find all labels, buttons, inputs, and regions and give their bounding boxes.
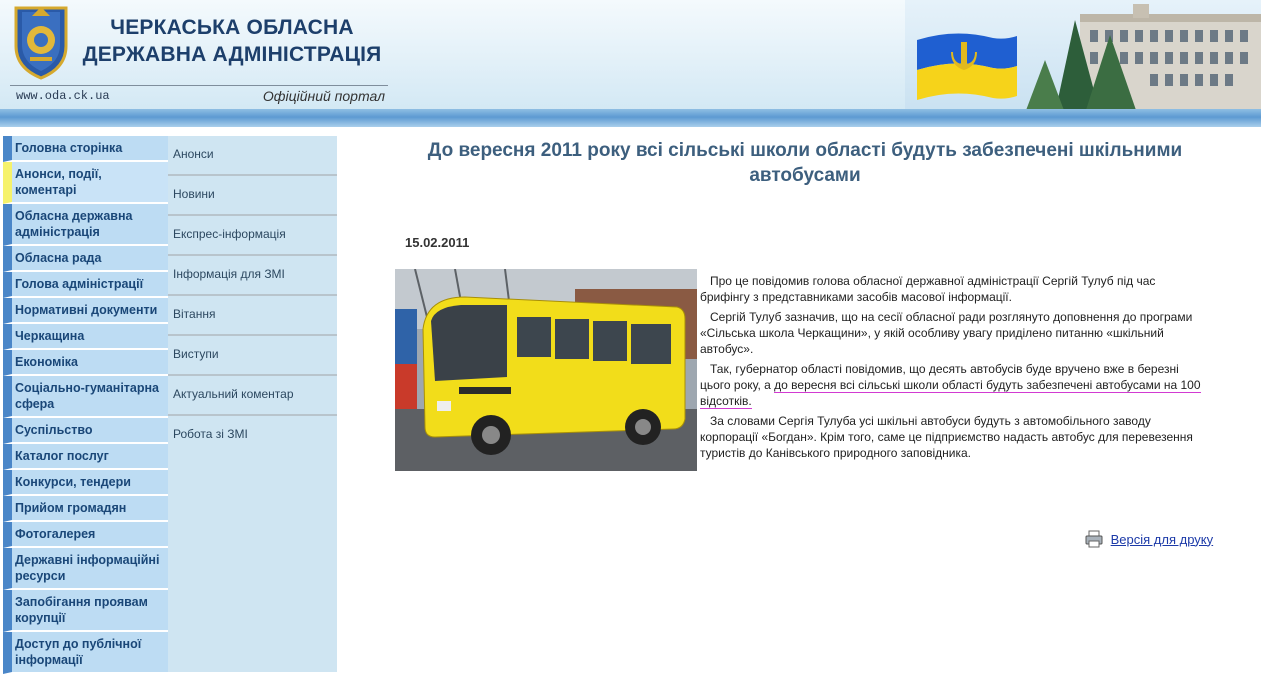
article-body: Про це повідомив голова обласної державн… [700,273,1205,465]
coat-of-arms-logo[interactable] [10,2,72,80]
nav-item-anti-corruption[interactable]: Запобігання проявам корупції [3,590,168,632]
sub-navigation: Анонси Новини Експрес-інформація Інформа… [168,136,337,672]
print-version: Версія для друку [1085,530,1213,548]
sub-item-news[interactable]: Новини [168,176,337,216]
sub-item-express-info[interactable]: Експрес-інформація [168,216,337,256]
print-version-link[interactable]: Версія для друку [1111,532,1214,547]
portal-label: Офіційний портал [262,88,385,104]
nav-item-society[interactable]: Суспільство [3,418,168,444]
nav-item-regional-council[interactable]: Обласна рада [3,246,168,272]
ukraine-flag-icon [917,33,1017,100]
article-date: 15.02.2011 [405,235,470,250]
nav-item-cherkasy-region[interactable]: Черкащина [3,324,168,350]
sub-item-media-work[interactable]: Робота зі ЗМІ [168,416,337,456]
header-stripe [0,109,1261,127]
highlighted-text[interactable]: до вересня всі сільські школи області бу… [700,378,1201,409]
nav-item-announcements[interactable]: Анонси, події, коментарі [3,162,168,204]
sub-item-announcements[interactable]: Анонси [168,136,337,176]
nav-item-regulatory-documents[interactable]: Нормативні документи [3,298,168,324]
org-title-line2: ДЕРЖАВНА АДМІНІСТРАЦІЯ [82,43,382,66]
sub-item-greetings[interactable]: Вітання [168,296,337,336]
org-title-line1: ЧЕРКАСЬКА ОБЛАСНА [110,16,354,39]
site-url: www.oda.ck.ua [16,89,110,103]
site-header: ЧЕРКАСЬКА ОБЛАСНА ДЕРЖАВНА АДМІНІСТРАЦІЯ… [0,0,1261,113]
header-divider [10,85,388,86]
nav-item-tenders[interactable]: Конкурси, тендери [3,470,168,496]
nav-item-regional-administration[interactable]: Обласна державна адміністрація [3,204,168,246]
sub-item-current-comment[interactable]: Актуальний коментар [168,376,337,416]
nav-item-head-of-administration[interactable]: Голова адміністрації [3,272,168,298]
article-paragraph-4: За словами Сергія Тулуба усі шкільні авт… [700,414,1193,460]
article-paragraph-3: Так, губернатор області повідомив, що де… [700,361,1205,409]
sub-item-media-info[interactable]: Інформація для ЗМІ [168,256,337,296]
header-banner-image [905,0,1261,113]
nav-item-photo-gallery[interactable]: Фотогалерея [3,522,168,548]
school-bus-photo [395,269,697,471]
article-paragraph-2: Сергій Тулуб зазначив, що на сесії облас… [700,310,1193,356]
nav-item-services-catalog[interactable]: Каталог послуг [3,444,168,470]
nav-item-citizen-reception[interactable]: Прийом громадян [3,496,168,522]
nav-item-economy[interactable]: Економіка [3,350,168,376]
main-navigation: Головна сторінка Анонси, події, коментар… [3,136,168,674]
nav-item-social-humanitarian[interactable]: Соціально-гуманітарна сфера [3,376,168,418]
sub-item-speeches[interactable]: Виступи [168,336,337,376]
nav-item-state-info-resources[interactable]: Державні інформаційні ресурси [3,548,168,590]
article-paragraph-1: Про це повідомив голова обласної державн… [700,274,1156,304]
article-title: До вересня 2011 року всі сільські школи … [427,140,1183,186]
nav-item-home[interactable]: Головна сторінка [3,136,168,162]
nav-item-public-info-access[interactable]: Доступ до публічної інформації [3,632,168,674]
printer-icon[interactable] [1085,530,1103,548]
